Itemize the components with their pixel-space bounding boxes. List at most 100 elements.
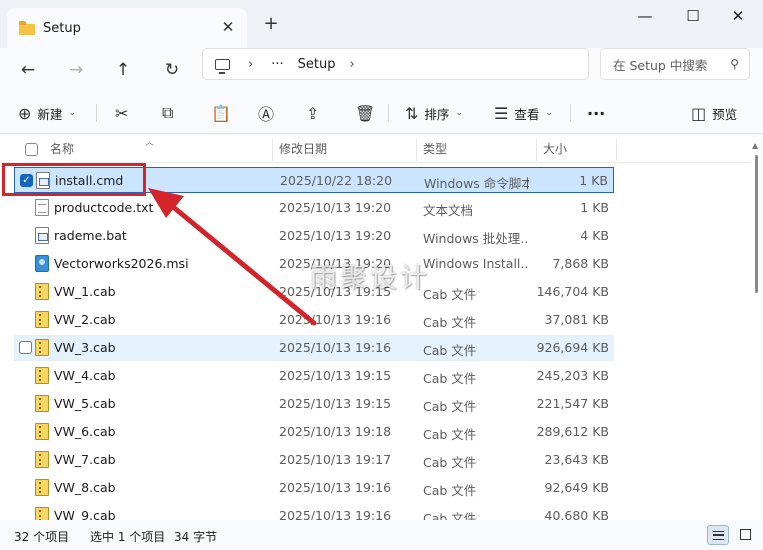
tab-setup[interactable]: Setup ✕ <box>7 8 247 48</box>
tiles-view-icon <box>740 529 751 540</box>
column-type[interactable]: 类型 <box>416 135 536 163</box>
column-header-row: ︿ 名称 修改日期 类型 大小 <box>0 135 750 163</box>
file-date: 2025/10/13 19:18 <box>279 424 392 439</box>
file-size: 37,081 KB <box>544 312 609 327</box>
cab-file-icon <box>35 451 49 468</box>
cab-file-icon <box>35 283 49 300</box>
divider <box>96 104 97 122</box>
new-tab-button[interactable]: + <box>261 14 281 34</box>
file-type: Cab 文件 <box>423 371 477 386</box>
txt-file-icon <box>35 199 49 216</box>
delete-button[interactable]: 🗑 <box>355 102 381 124</box>
column-divider[interactable] <box>616 139 617 161</box>
close-tab-icon[interactable]: ✕ <box>219 18 237 36</box>
scroll-up-icon[interactable]: ▲ <box>752 141 758 150</box>
file-type: Windows Install... <box>423 256 528 271</box>
cmd-file-icon <box>35 227 49 244</box>
refresh-icon[interactable]: ↻ <box>158 56 186 84</box>
select-all-checkbox[interactable] <box>25 143 38 156</box>
chevron-down-icon: ⌄ <box>455 108 463 118</box>
file-row[interactable]: VW_3.cab 2025/10/13 19:16 Cab 文件 926,694 KB <box>14 335 614 361</box>
file-row[interactable]: VW_6.cab 2025/10/13 19:18 Cab 文件 289,612 KB <box>14 419 614 445</box>
file-size: 289,612 KB <box>536 424 609 439</box>
file-date: 2025/10/13 19:16 <box>279 480 392 495</box>
search-input[interactable]: 在 Setup 中搜索 ⚲ <box>600 48 750 80</box>
file-type: Cab 文件 <box>423 343 477 358</box>
title-bar: Setup ✕ + — ☐ ✕ <box>0 0 763 48</box>
rename-button[interactable]: Ⓐ <box>258 102 280 124</box>
file-row[interactable]: rademe.bat 2025/10/13 19:20 Windows 批处理...… <box>14 223 614 249</box>
close-window-button[interactable]: ✕ <box>723 5 753 27</box>
file-name: VW_1.cab <box>54 284 116 299</box>
command-bar: ⊕ 新建 ⌄ ✂ ⧉ 📋 Ⓐ ⇪ 🗑 ⇅ 排序 ⌄ ☰ 查看 ⌄ ··· ◫ 预… <box>0 92 763 134</box>
cut-button[interactable]: ✂ <box>115 102 134 124</box>
file-date: 2025/10/22 18:20 <box>280 173 393 188</box>
view-label: 查看 <box>514 106 540 122</box>
cab-file-icon <box>35 479 49 496</box>
back-arrow-icon[interactable]: ← <box>14 56 42 84</box>
chevron-right-icon[interactable]: › <box>349 57 354 72</box>
share-button[interactable]: ⇪ <box>306 102 325 124</box>
rename-icon: Ⓐ <box>258 105 275 124</box>
file-date: 2025/10/13 19:20 <box>279 228 392 243</box>
paste-button[interactable]: 📋 <box>211 102 237 124</box>
file-type: Cab 文件 <box>423 455 477 470</box>
file-type: Windows 命令脚本 <box>424 176 529 191</box>
this-pc-icon[interactable] <box>215 58 230 74</box>
preview-label: 预览 <box>712 106 738 122</box>
preview-pane-icon: ◫ <box>691 103 707 123</box>
file-type: Cab 文件 <box>423 287 477 302</box>
file-type: 文本文档 <box>423 203 474 218</box>
breadcrumb-setup[interactable]: Setup <box>298 57 336 72</box>
status-bar: 32 个项目 选中 1 个项目 34 字节 <box>0 520 763 550</box>
row-checkbox[interactable] <box>19 341 32 354</box>
file-size: 221,547 KB <box>536 396 609 411</box>
file-date: 2025/10/13 19:17 <box>279 452 392 467</box>
forward-arrow-icon[interactable]: → <box>62 56 90 84</box>
file-size: 1 KB <box>579 173 608 188</box>
new-button[interactable]: ⊕ 新建 ⌄ <box>18 102 76 124</box>
minimize-button[interactable]: — <box>630 5 660 27</box>
maximize-button[interactable]: ☐ <box>678 5 708 27</box>
column-size[interactable]: 大小 <box>536 135 616 163</box>
file-size: 7,868 KB <box>552 256 609 271</box>
file-type: Cab 文件 <box>423 427 477 442</box>
search-icon: ⚲ <box>730 57 739 71</box>
file-size: 92,649 KB <box>544 480 609 495</box>
plus-circle-icon: ⊕ <box>18 103 32 123</box>
search-placeholder: 在 Setup 中搜索 <box>613 57 708 73</box>
column-date[interactable]: 修改日期 <box>272 135 416 163</box>
preview-button[interactable]: ◫ 预览 <box>691 102 737 124</box>
file-size: 1 KB <box>580 200 609 215</box>
column-name[interactable]: 名称 <box>43 135 271 163</box>
file-type: Cab 文件 <box>423 315 477 330</box>
view-button[interactable]: ☰ 查看 ⌄ <box>494 102 553 124</box>
file-row[interactable]: VW_4.cab 2025/10/13 19:15 Cab 文件 245,203 KB <box>14 363 614 389</box>
file-date: 2025/10/13 19:16 <box>279 340 392 355</box>
copy-button[interactable]: ⧉ <box>162 102 179 124</box>
file-row[interactable]: VW_7.cab 2025/10/13 19:17 Cab 文件 23,643 KB <box>14 447 614 473</box>
file-date: 2025/10/13 19:16 <box>279 312 392 327</box>
new-label: 新建 <box>37 106 63 122</box>
file-name: VW_3.cab <box>54 340 116 355</box>
file-row[interactable]: productcode.txt 2025/10/13 19:20 文本文档 1 KB <box>14 195 614 221</box>
chevron-right-icon[interactable]: › <box>248 57 253 72</box>
file-size: 926,694 KB <box>536 340 609 355</box>
up-arrow-icon[interactable]: ↑ <box>109 56 137 84</box>
more-button[interactable]: ··· <box>587 102 605 124</box>
file-name: rademe.bat <box>54 228 127 243</box>
file-type: Cab 文件 <box>423 483 477 498</box>
address-bar[interactable]: › ··· Setup › <box>202 48 589 80</box>
tiles-view-button[interactable] <box>735 525 757 545</box>
chevron-down-icon: ⌄ <box>68 108 76 118</box>
details-view-button[interactable] <box>707 525 729 545</box>
file-row[interactable]: VW_8.cab 2025/10/13 19:16 Cab 文件 92,649 KB <box>14 475 614 501</box>
file-type: Windows 批处理... <box>423 231 528 246</box>
vertical-scrollbar[interactable]: ▲ <box>750 135 763 520</box>
breadcrumb-overflow[interactable]: ··· <box>271 57 283 72</box>
file-row[interactable]: VW_5.cab 2025/10/13 19:15 Cab 文件 221,547 KB <box>14 391 614 417</box>
scroll-thumb[interactable] <box>755 155 758 293</box>
file-row[interactable]: VW_2.cab 2025/10/13 19:16 Cab 文件 37,081 KB <box>14 307 614 333</box>
share-icon: ⇪ <box>306 103 320 123</box>
sort-button[interactable]: ⇅ 排序 ⌄ <box>405 102 463 124</box>
